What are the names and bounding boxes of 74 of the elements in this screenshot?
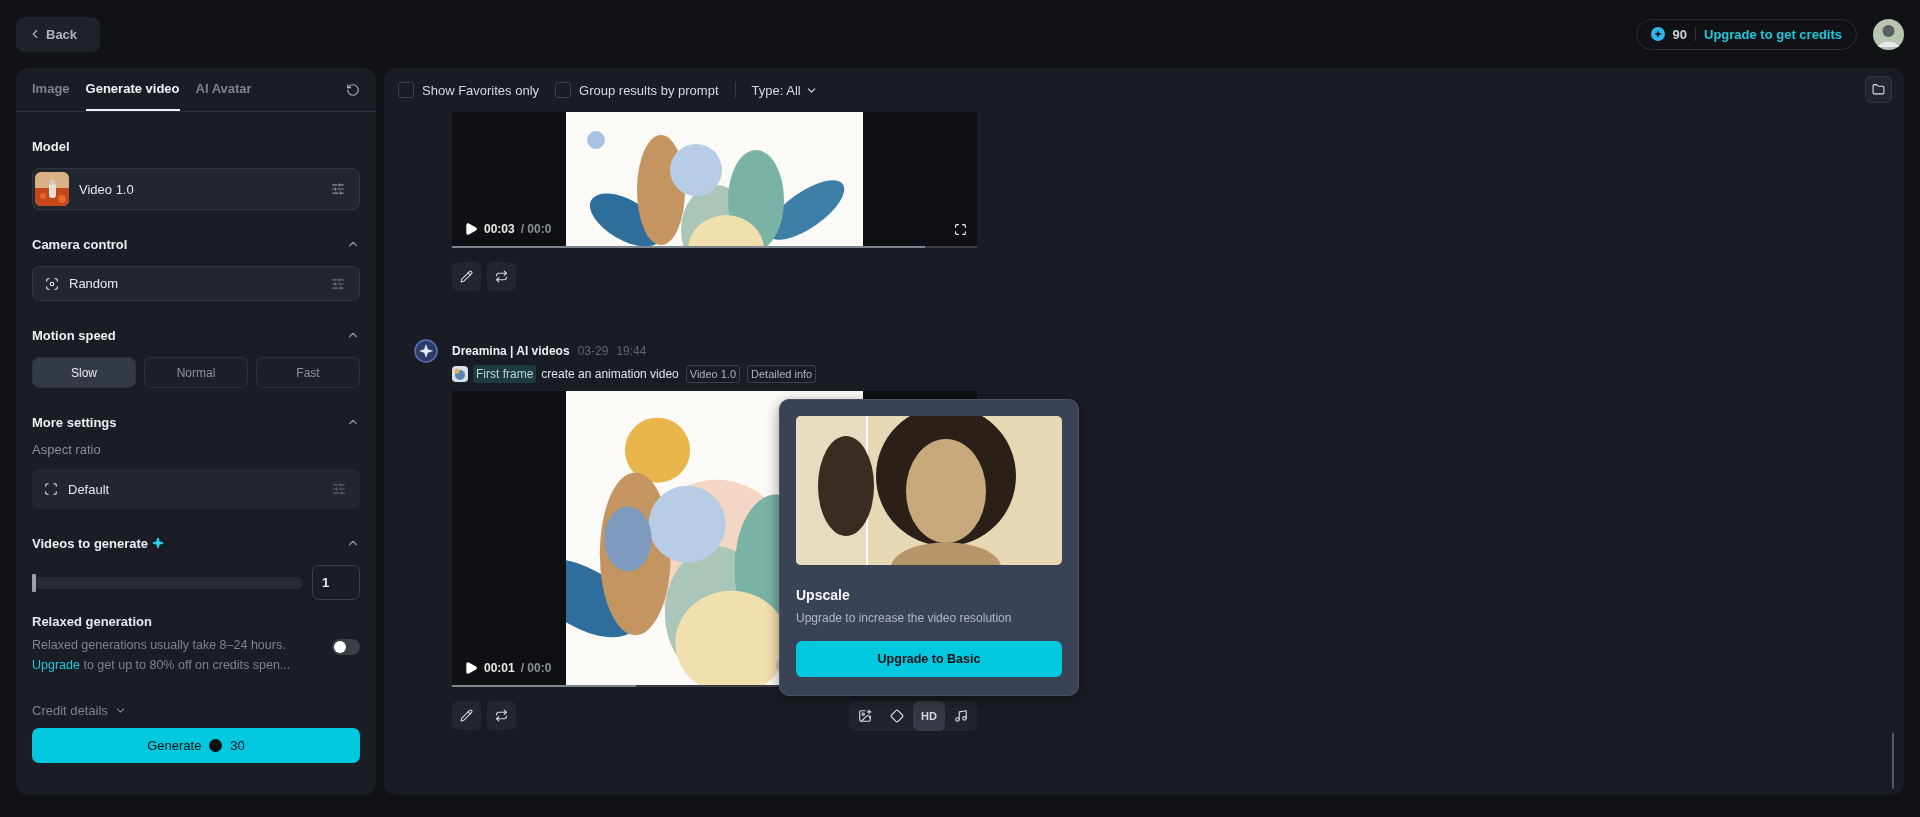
folder-button[interactable] (1865, 76, 1892, 103)
aspect-ratio-select[interactable]: Default (32, 469, 360, 509)
pencil-icon (460, 709, 473, 722)
settings-icon[interactable] (332, 482, 346, 496)
camera-mode: Random (69, 276, 120, 291)
repeat-icon (495, 270, 508, 283)
aspect-ratio-value: Default (68, 481, 111, 497)
slider-thumb[interactable] (32, 573, 36, 592)
play-icon[interactable] (464, 661, 478, 675)
count-slider[interactable] (32, 576, 302, 589)
edit-button[interactable] (452, 262, 481, 291)
prompt-text: create an animation video (541, 367, 679, 381)
section-title: Motion speed (32, 327, 116, 343)
section-title: Model (32, 138, 70, 154)
regenerate-button[interactable] (487, 262, 516, 291)
folder-icon (1872, 83, 1885, 96)
edit-button[interactable] (452, 701, 481, 730)
time: 19:44 (616, 344, 647, 358)
info-tag[interactable]: Video 1.0 (685, 365, 741, 383)
video-time: 00:03 (484, 222, 515, 236)
camera-select[interactable]: Random (32, 266, 360, 301)
video-duration: / 00:0 (520, 661, 552, 675)
upgrade-link[interactable]: Upgrade (32, 658, 80, 672)
generate-button[interactable]: Generate 30 (32, 728, 360, 763)
video-time: 00:01 (484, 661, 515, 675)
settings-icon[interactable] (331, 276, 345, 291)
credit-count: 90 (1672, 26, 1688, 42)
section-title: More settings (32, 414, 117, 430)
back-button[interactable]: Back (16, 16, 100, 52)
repeat-icon (495, 709, 508, 722)
field-label: Aspect ratio (32, 442, 102, 457)
section-title: Relaxed generation (32, 614, 153, 629)
speed-option[interactable]: Normal (144, 357, 248, 388)
tab[interactable]: Generate video (85, 68, 180, 111)
tab[interactable]: Image (32, 68, 70, 111)
tab[interactable]: AI Avatar (195, 68, 252, 111)
speed-option[interactable]: Slow (32, 357, 136, 388)
model-name: Video 1.0 (79, 181, 135, 197)
frame-add-icon (858, 709, 872, 723)
scrollbar[interactable] (1892, 733, 1894, 789)
filter-checkbox[interactable]: Group results by prompt (555, 82, 719, 98)
sparkle-icon (152, 537, 165, 549)
type-filter[interactable]: Type: All (751, 82, 818, 98)
upgrade-button[interactable]: Upgrade to Basic (796, 641, 1062, 677)
section-title: Camera control (32, 236, 128, 252)
fullscreen-icon[interactable] (954, 223, 967, 236)
author-name: Dreamina | AI videos (452, 344, 570, 358)
settings-icon[interactable] (331, 182, 345, 196)
credit-details-button[interactable]: Credit details (32, 703, 127, 718)
music-icon (954, 709, 968, 723)
relaxed-description: Relaxed generations usually take 8–24 hours. Upgrade to get up to 80% off on credits spen... (32, 637, 292, 674)
credit-icon (1650, 27, 1665, 41)
focus-icon (45, 276, 59, 291)
play-icon[interactable] (464, 222, 478, 236)
first-frame-tag: First frame (473, 365, 537, 383)
filter-checkbox[interactable]: Show Favorites only (398, 82, 540, 98)
video-duration: / 00:0 (520, 222, 552, 236)
relaxed-toggle[interactable] (332, 639, 360, 655)
aspect-ratio-icon (44, 482, 58, 496)
section-title: Videos to generate (32, 535, 149, 551)
pencil-icon (460, 270, 473, 283)
dreamina-logo (414, 339, 438, 363)
hd-button[interactable]: HD (913, 701, 945, 731)
user-avatar[interactable] (1873, 18, 1904, 50)
count-input[interactable]: 1 (312, 565, 360, 600)
speed-option[interactable]: Fast (256, 357, 360, 388)
date: 03-29 (577, 344, 609, 358)
diamond-icon (890, 709, 904, 723)
credit-icon (209, 739, 223, 752)
upgrade-link[interactable]: Upgrade to get credits (1704, 26, 1842, 42)
info-tag[interactable]: Detailed info (747, 365, 817, 383)
model-select[interactable]: Video 1.0 (32, 168, 360, 210)
regenerate-button[interactable] (487, 701, 516, 730)
video-player[interactable]: 00:03 / 00:0 (452, 112, 977, 248)
